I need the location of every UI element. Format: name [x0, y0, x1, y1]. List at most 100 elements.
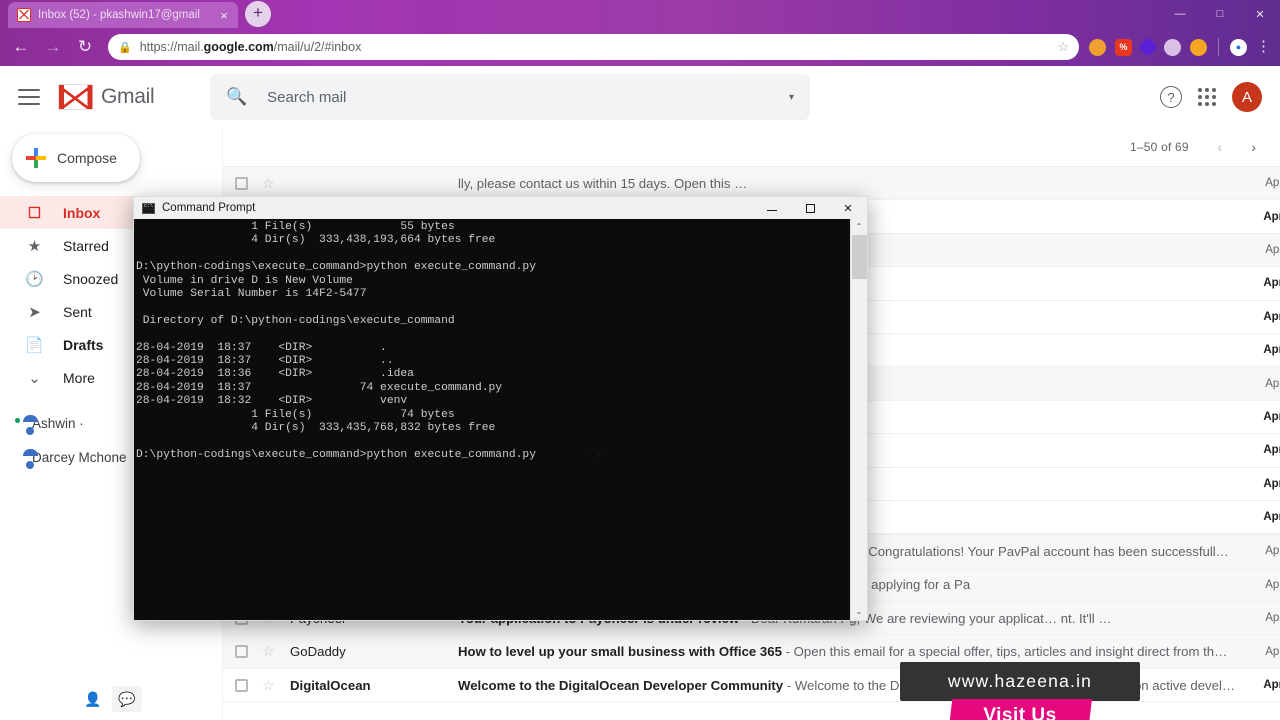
extension-icon-emoji[interactable]: [1089, 38, 1106, 56]
console-scrollbar[interactable]: ⌃ ⌄: [850, 219, 867, 620]
email-date: Apr 18: [1263, 477, 1280, 490]
extension-icon-gear[interactable]: [1190, 38, 1207, 56]
header-actions: ? A: [1160, 82, 1266, 112]
email-date: Apr 20: [1263, 344, 1280, 357]
star-icon: ★: [27, 237, 42, 255]
sidebar-item-label: More: [63, 369, 95, 386]
browser-tab[interactable]: Inbox (52) - pkashwin17@gmail ×: [8, 2, 238, 28]
tab-title: Inbox (52) - pkashwin17@gmail: [38, 9, 200, 21]
email-subject: lly, please contact us within 15 days. O…: [458, 175, 748, 191]
hangouts-toolbar: 👤 💬: [0, 686, 222, 712]
email-date: Apr 23: [1265, 243, 1280, 256]
watermark-cta: Visit Us: [948, 699, 1092, 720]
sidebar-item-label: Snoozed: [63, 270, 119, 287]
sidebar-item-label: Sent: [63, 303, 92, 320]
cmd-minimize-button[interactable]: [753, 197, 791, 219]
send-icon: ➤: [28, 303, 41, 321]
star-icon[interactable]: ☆: [262, 175, 276, 192]
gmail-favicon-icon: [17, 8, 31, 22]
gmail-m-icon: [58, 84, 92, 110]
contact-name: Ashwin ·: [32, 415, 84, 431]
cmd-close-button[interactable]: ✕: [829, 197, 867, 219]
command-prompt-body[interactable]: 1 File(s) 55 bytes 4 Dir(s) 333,438,193,…: [134, 219, 867, 620]
command-prompt-title: Command Prompt: [162, 202, 256, 214]
mouse-cursor: [589, 448, 598, 455]
lock-icon: 🔒: [118, 41, 132, 54]
window-close-button[interactable]: ✕: [1240, 0, 1280, 28]
command-prompt-window[interactable]: Command Prompt ✕ 1 File(s) 55 bytes 4 Di…: [133, 196, 868, 621]
email-date: Apr 17: [1265, 578, 1280, 591]
extension-icons: % ● ⋮: [1089, 37, 1272, 57]
extension-icon-diamond[interactable]: [1138, 37, 1158, 57]
avatar[interactable]: A: [1232, 82, 1262, 112]
search-icon: 🔍: [226, 87, 248, 106]
window-maximize-button[interactable]: □: [1200, 0, 1240, 28]
conversations-tab-icon[interactable]: 💬: [112, 686, 142, 712]
email-subject: How to level up your small business with…: [458, 644, 1228, 660]
search-bar[interactable]: 🔍 ▾: [210, 74, 810, 120]
gmail-header: Gmail 🔍 ▾ ? A: [0, 66, 1280, 128]
browser-menu-button[interactable]: ⋮: [1256, 39, 1271, 53]
bookmark-star-icon[interactable]: ☆: [1057, 39, 1069, 55]
page-count: 1–50 of 69: [1130, 140, 1189, 154]
search-input[interactable]: [267, 88, 769, 106]
email-date: Apr 12: [1263, 679, 1280, 692]
tab-strip: Inbox (52) - pkashwin17@gmail × + — □ ✕: [0, 0, 1280, 28]
row-checkbox[interactable]: [235, 645, 248, 659]
sidebar-item-label: Inbox: [63, 204, 101, 221]
contact-name: Darcey Mchone: [32, 449, 127, 465]
email-date: Apr 19: [1263, 410, 1280, 423]
inbox-icon: ☐: [27, 204, 42, 222]
sidebar-item-label: Starred: [63, 237, 109, 254]
extension-icon-flower[interactable]: [1164, 38, 1181, 56]
cmd-maximize-button[interactable]: [791, 197, 829, 219]
row-checkbox[interactable]: [235, 176, 248, 190]
scroll-up-icon[interactable]: ⌃: [856, 219, 863, 235]
clock-icon: 🕑: [25, 270, 44, 288]
command-prompt-titlebar[interactable]: Command Prompt ✕: [134, 197, 867, 219]
reload-button[interactable]: ↻: [70, 32, 100, 62]
extension-icon-profile[interactable]: ●: [1230, 38, 1247, 56]
omnibox-bar: ← → ↻ 🔒 https://mail.google.com/mail/u/2…: [0, 28, 1280, 66]
email-date: Apr 24: [1263, 210, 1280, 223]
star-icon[interactable]: ☆: [262, 643, 276, 660]
previous-page-button[interactable]: ‹: [1207, 139, 1233, 155]
google-apps-icon[interactable]: [1198, 88, 1216, 106]
close-tab-icon[interactable]: ×: [216, 9, 232, 22]
extension-icon-red[interactable]: %: [1115, 38, 1132, 56]
email-date: Apr 17: [1265, 545, 1280, 558]
row-checkbox[interactable]: [235, 678, 248, 692]
watermark-url: www.hazeena.in: [900, 662, 1140, 701]
email-date: Apr 26: [1265, 177, 1280, 190]
command-prompt-window-controls: ✕: [753, 197, 867, 219]
new-tab-button[interactable]: +: [245, 1, 271, 27]
email-date: Apr 19: [1265, 377, 1280, 390]
email-date: Apr 22: [1263, 310, 1280, 323]
chevron-down-icon: ⌄: [28, 369, 41, 387]
scroll-down-icon[interactable]: ⌄: [856, 604, 863, 620]
gmail-wordmark: Gmail: [101, 85, 155, 108]
email-date: Apr 23: [1263, 277, 1280, 290]
list-toolbar: 1–50 of 69 ‹ › ⚙: [223, 128, 1280, 166]
main-menu-icon[interactable]: [18, 89, 40, 105]
console-scrollbar-thumb[interactable]: [851, 235, 867, 279]
draft-document-icon: 📄: [25, 336, 44, 354]
contacts-tab-icon[interactable]: 👤: [78, 686, 108, 712]
back-button[interactable]: ←: [6, 32, 36, 62]
toolbar-divider: [1218, 38, 1219, 56]
window-minimize-button[interactable]: —: [1160, 0, 1200, 28]
compose-button[interactable]: Compose: [12, 134, 140, 182]
email-sender: GoDaddy: [290, 644, 346, 660]
next-page-button[interactable]: ›: [1241, 139, 1267, 155]
search-options-chevron-down-icon[interactable]: ▾: [789, 92, 794, 103]
browser-window-controls: — □ ✕: [1160, 0, 1280, 28]
star-icon[interactable]: ☆: [262, 677, 276, 694]
forward-button[interactable]: →: [38, 32, 68, 62]
address-bar[interactable]: 🔒 https://mail.google.com/mail/u/2/#inbo…: [108, 34, 1079, 60]
gmail-app: Gmail 🔍 ▾ ? A Compose ☐ Inbox: [0, 66, 1280, 720]
help-icon[interactable]: ?: [1160, 86, 1182, 108]
plus-icon: [26, 148, 46, 168]
gmail-logo[interactable]: Gmail: [58, 84, 196, 110]
watermark-overlay: www.hazeena.in Visit Us: [900, 662, 1140, 720]
sidebar-item-label: Drafts: [63, 336, 104, 353]
